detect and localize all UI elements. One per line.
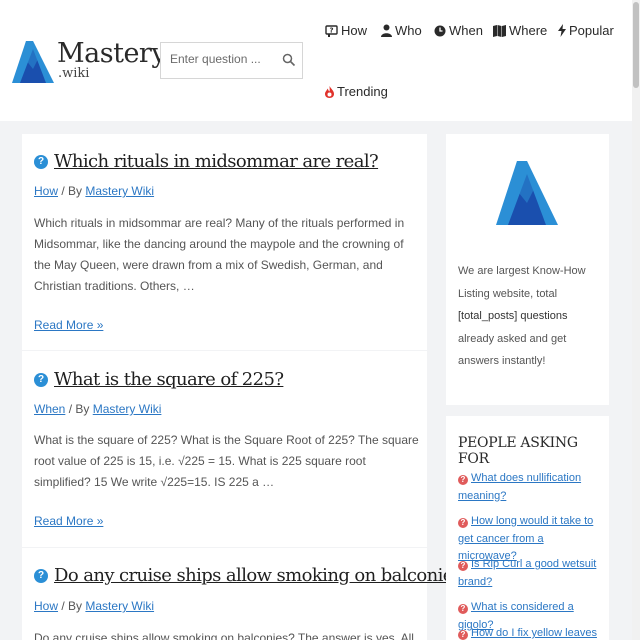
- logo-suffix: .wiki: [58, 66, 90, 81]
- nav-trending[interactable]: Trending: [325, 84, 388, 99]
- article-card: ? Which rituals in midsommar are real? H…: [22, 134, 427, 350]
- question-icon: ?: [458, 630, 468, 640]
- article-excerpt: Which rituals in midsommar are real? Man…: [34, 216, 405, 293]
- people-link[interactable]: How long would it take to get cancer fro…: [458, 515, 593, 562]
- nav-how[interactable]: ? How: [325, 23, 367, 38]
- question-icon: ?: [458, 604, 468, 614]
- about-total-posts: [total_posts] questions: [458, 310, 568, 322]
- question-icon: ?: [34, 372, 48, 387]
- nav-when[interactable]: When: [434, 23, 483, 38]
- article-author-link[interactable]: Mastery Wiki: [93, 402, 162, 416]
- article-author-link[interactable]: Mastery Wiki: [85, 184, 154, 198]
- search-box: [160, 42, 303, 79]
- article-title-link[interactable]: Which rituals in midsommar are real?: [54, 151, 379, 172]
- scrollbar-thumb[interactable]: [633, 2, 639, 88]
- sidebar-logo-icon: [496, 161, 558, 225]
- article-category-link[interactable]: When: [34, 402, 65, 416]
- people-link[interactable]: How do I fix yellow leaves: [471, 627, 597, 639]
- bolt-icon: [558, 24, 566, 37]
- nav-when-label: When: [449, 23, 483, 38]
- people-link[interactable]: What does nullification meaning?: [458, 472, 581, 502]
- nav-where-label: Where: [509, 23, 548, 38]
- list-item: ? Is Rip Curl a good wetsuit brand?: [458, 556, 603, 591]
- meta-by: By: [75, 402, 90, 416]
- about-text-2: already asked and get answers instantly!: [458, 332, 567, 368]
- site-header: Mastery .wiki ? How Who When: [0, 0, 632, 121]
- article-title-link[interactable]: Do any cruise ships allow smoking on bal…: [54, 565, 471, 586]
- question-sign-icon: ?: [325, 25, 338, 37]
- fire-icon: [325, 85, 334, 98]
- about-text-1: We are largest Know-How Listing website,…: [458, 265, 586, 300]
- search-icon[interactable]: [282, 53, 296, 67]
- meta-by: By: [68, 599, 83, 613]
- nav-who[interactable]: Who: [381, 23, 422, 38]
- nav-who-label: Who: [395, 23, 422, 38]
- map-icon: [493, 24, 506, 37]
- article-category-link[interactable]: How: [34, 184, 58, 198]
- nav-where[interactable]: Where: [493, 23, 547, 38]
- nav-trending-label: Trending: [337, 84, 388, 99]
- question-icon: ?: [458, 561, 468, 571]
- read-more-link[interactable]: Read More »: [34, 514, 103, 528]
- search-input[interactable]: [170, 52, 280, 66]
- article-title-link[interactable]: What is the square of 225?: [54, 369, 284, 390]
- article-title: ? Which rituals in midsommar are real?: [34, 151, 379, 172]
- people-asking-heading: PEOPLE ASKING FOR: [458, 435, 578, 467]
- people-link[interactable]: Is Rip Curl a good wetsuit brand?: [458, 558, 596, 588]
- sidebar-about-text: We are largest Know-How Listing website,…: [458, 260, 598, 373]
- read-more-link[interactable]: Read More »: [34, 318, 103, 332]
- article-author-link[interactable]: Mastery Wiki: [85, 599, 154, 613]
- article-excerpt: Do any cruise ships allow smoking on bal…: [34, 631, 414, 640]
- question-icon: ?: [458, 518, 468, 528]
- article-meta: How / By Mastery Wiki: [34, 184, 155, 198]
- article-category-link[interactable]: How: [34, 599, 58, 613]
- nav-how-label: How: [341, 23, 368, 38]
- list-item: ? What does nullification meaning?: [458, 470, 603, 505]
- site-logo[interactable]: Mastery .wiki: [12, 38, 167, 84]
- sidebar-about-box: We are largest Know-How Listing website,…: [446, 134, 609, 405]
- article-card: ? What is the square of 225? When / By M…: [22, 351, 427, 547]
- article-card: ? Do any cruise ships allow smoking on b…: [22, 548, 471, 640]
- user-icon: [381, 24, 392, 37]
- sidebar-people-box: PEOPLE ASKING FOR ? What does nullificati…: [446, 416, 609, 640]
- page-scrollbar[interactable]: [632, 0, 640, 640]
- nav-popular[interactable]: Popular: [558, 23, 614, 38]
- nav-popular-label: Popular: [569, 23, 614, 38]
- clock-icon: [434, 25, 446, 36]
- article-title: ? Do any cruise ships allow smoking on b…: [34, 565, 471, 586]
- article-meta: When / By Mastery Wiki: [34, 402, 162, 416]
- article-meta: How / By Mastery Wiki: [34, 599, 155, 613]
- article-title: ? What is the square of 225?: [34, 369, 284, 390]
- list-item: ? How do I fix yellow leaves: [458, 625, 603, 640]
- question-icon: ?: [34, 154, 48, 169]
- svg-text:?: ?: [329, 27, 333, 35]
- article-excerpt: What is the square of 225? What is the S…: [34, 433, 419, 489]
- meta-by: By: [68, 184, 83, 198]
- logo-mark-icon: [12, 41, 54, 83]
- question-icon: ?: [34, 568, 48, 583]
- question-icon: ?: [458, 475, 468, 485]
